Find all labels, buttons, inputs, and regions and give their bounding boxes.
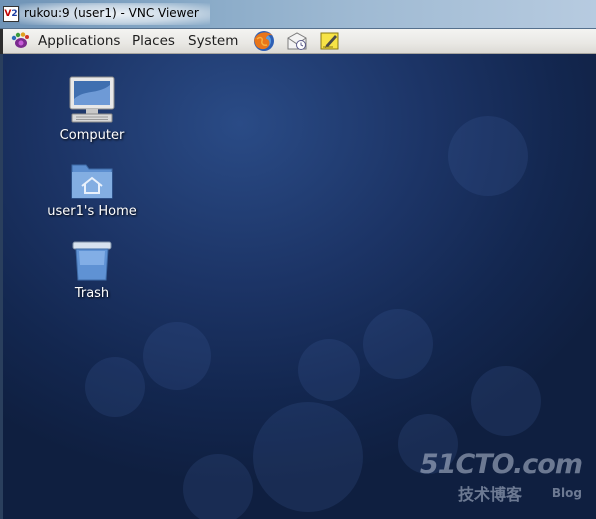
vnc-app-icon[interactable]: V2 <box>3 6 19 22</box>
watermark-main-text: 51CTO.com <box>419 449 583 480</box>
title-bar[interactable]: V2 rukou:9 (user1) - VNC Viewer <box>0 0 596 29</box>
watermark-blog-text: Blog <box>551 486 582 500</box>
desktop-icon-label: Computer <box>59 128 125 143</box>
trash-icon <box>72 241 112 281</box>
wallpaper-bubble <box>471 366 541 436</box>
notes-icon[interactable] <box>318 30 342 52</box>
gnome-foot-icon[interactable] <box>10 32 30 50</box>
window-title: rukou:9 (user1) - VNC Viewer <box>24 6 199 20</box>
menu-places[interactable]: Places <box>132 33 175 49</box>
desktop-icon-label: Trash <box>74 286 110 301</box>
desktop-icon-label: user1's Home <box>47 204 137 219</box>
wallpaper-bubble <box>448 116 528 196</box>
wallpaper-bubble <box>143 322 211 390</box>
menu-system[interactable]: System <box>188 33 238 49</box>
desktop-icon-home[interactable]: user1's Home <box>37 159 147 219</box>
watermark-sub-text: 技术博客 <box>458 485 523 504</box>
computer-icon <box>69 76 115 123</box>
panel-edge <box>0 29 3 54</box>
home-folder-icon <box>71 164 113 199</box>
wallpaper-bubble <box>183 454 253 519</box>
site-watermark: 51CTO.com 技术博客 Blog <box>420 449 583 507</box>
gnome-top-panel: Applications Places System <box>0 29 596 54</box>
menu-applications[interactable]: Applications <box>38 33 120 49</box>
firefox-icon[interactable] <box>252 30 276 52</box>
wallpaper-bubble <box>85 357 145 417</box>
desktop[interactable]: Computer user1's Home Trash 51CTO.com 技术… <box>3 54 596 519</box>
wallpaper-bubble <box>298 339 360 401</box>
evolution-mail-icon[interactable] <box>285 30 309 52</box>
desktop-icon-computer[interactable]: Computer <box>37 75 147 143</box>
desktop-icon-trash[interactable]: Trash <box>37 239 147 301</box>
wallpaper-bubble <box>253 402 363 512</box>
vnc-viewer-window: V2 rukou:9 (user1) - VNC Viewer Applicat… <box>0 0 596 519</box>
wallpaper-bubble <box>363 309 433 379</box>
